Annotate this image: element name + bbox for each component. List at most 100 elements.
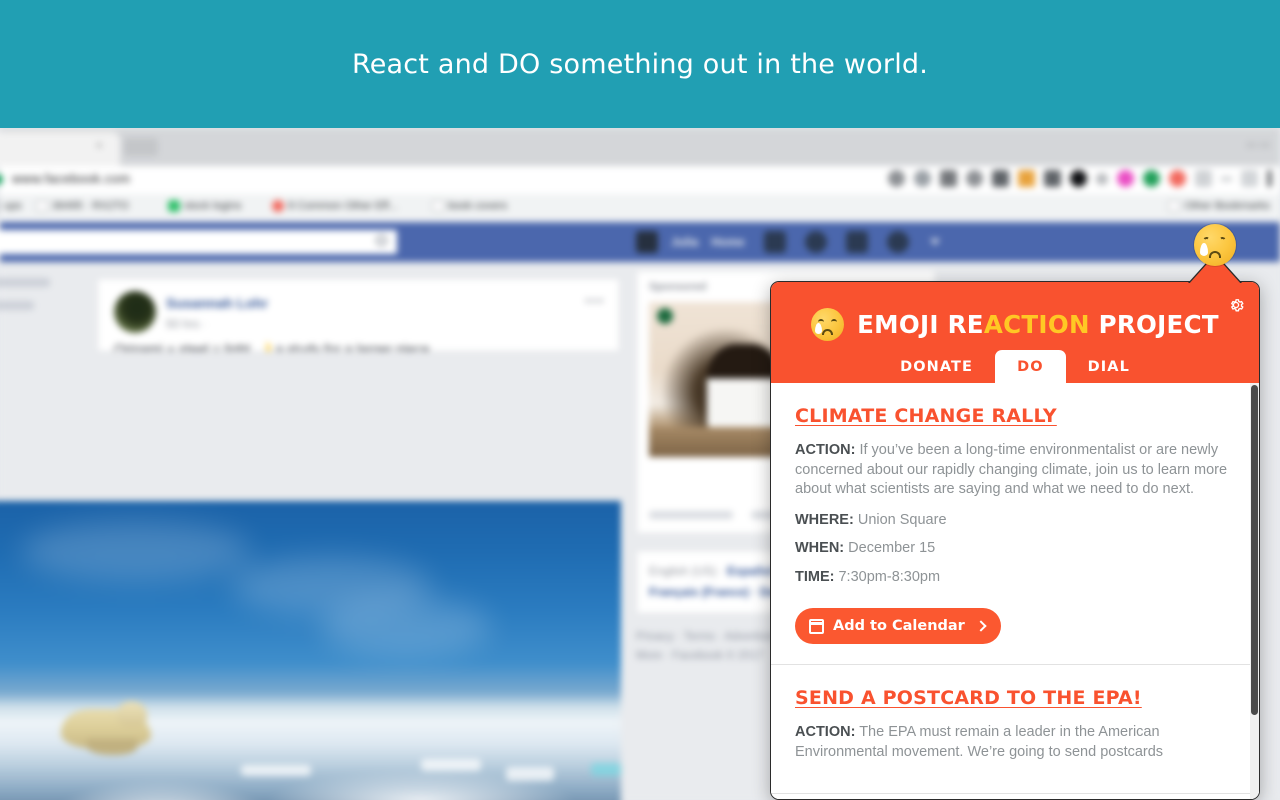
popup-scrollbar[interactable] — [1250, 383, 1259, 799]
secure-lock-icon — [0, 174, 3, 185]
popup-body: CLIMATE CHANGE RALLY ACTION: If you’ve b… — [771, 383, 1259, 799]
bookmark-label: 36495 · RX2TO — [52, 200, 129, 212]
search-icon — [376, 235, 387, 246]
profile-icon[interactable] — [1241, 170, 1258, 187]
calendar-icon — [809, 618, 824, 634]
bookmark-label: 8 Common Other Eff... — [288, 200, 398, 212]
entry-action: ACTION: The EPA must remain a leader in … — [795, 723, 1235, 762]
extension-icon-4[interactable] — [966, 170, 983, 187]
bookmark-label: stock logins — [184, 200, 242, 212]
extension-icon-12[interactable] — [1169, 170, 1186, 187]
entry-title[interactable]: CLIMATE CHANGE RALLY — [795, 405, 1057, 427]
popup-scrollbar-thumb[interactable] — [1251, 385, 1258, 715]
new-tab-icon[interactable] — [124, 138, 158, 156]
polar-bear-head — [117, 701, 147, 727]
extension-icon-6[interactable] — [1018, 170, 1035, 187]
extension-icon-7[interactable] — [1044, 170, 1061, 187]
emoji-tear — [1200, 243, 1208, 256]
favicon — [168, 200, 180, 212]
emoji-tear — [815, 323, 823, 334]
entry-action-label: ACTION: — [795, 442, 856, 458]
popup-title-part2: PROJECT — [1089, 310, 1219, 339]
tab-donate[interactable]: DONATE — [878, 350, 995, 383]
extension-icon-10[interactable] — [1117, 170, 1134, 187]
bookmark-label: ups — [4, 200, 22, 212]
promo-banner: React and DO something out in the world. — [0, 0, 1280, 128]
bookmark-item[interactable]: ups — [0, 200, 22, 212]
entry-action-text: If you’ve been a long-time environmental… — [795, 442, 1228, 497]
emoji-mouth — [822, 329, 834, 335]
entry-action-label: ACTION: — [795, 724, 856, 740]
favicon — [36, 200, 48, 212]
bookmark-item[interactable]: stock logins — [168, 200, 241, 212]
home-link[interactable]: Home — [711, 235, 744, 249]
popup-tabs: DONATE DO DIAL — [771, 350, 1259, 383]
entry-where-text: Union Square — [853, 511, 947, 528]
entry-time: TIME: 7:30pm-8:30pm — [795, 568, 1235, 588]
more-options-icon[interactable]: ••• — [585, 293, 605, 308]
emoji-eye-right — [831, 319, 838, 325]
facebook-navbar: Julia Home — [0, 222, 1280, 262]
friend-requests-icon[interactable] — [763, 231, 786, 253]
promo-banner-text: React and DO something out in the world. — [351, 48, 929, 80]
ad-badge-icon — [657, 308, 673, 324]
other-bookmarks-label: Other Bookmarks — [1184, 200, 1270, 212]
add-to-calendar-button[interactable]: Add to Calendar — [795, 608, 1001, 644]
messages-icon[interactable] — [804, 231, 827, 253]
polar-bear-leg — [87, 739, 137, 755]
entry-when-label: WHEN: — [795, 540, 845, 556]
entry-time-text: 7:30pm-8:30pm — [834, 568, 941, 585]
sad-face-emoji-icon[interactable] — [1194, 224, 1236, 266]
extension-icon-9[interactable] — [1096, 172, 1108, 185]
browser-omnibox-row: www.facebook.com — [0, 166, 1280, 194]
extension-icon-1[interactable] — [888, 170, 905, 187]
entry-title[interactable]: SEND A POSTCARD TO THE EPA! — [795, 687, 1142, 709]
post-photo[interactable] — [0, 500, 621, 800]
bookmark-star-icon[interactable] — [1221, 176, 1232, 181]
extension-toolbar — [888, 170, 1272, 187]
bookmark-item[interactable]: 8 Common Other Eff... — [272, 200, 398, 212]
extension-icon-5[interactable] — [992, 170, 1009, 187]
profile-name[interactable]: Julia — [671, 235, 698, 249]
entry-when: WHEN: December 15 — [795, 539, 1235, 559]
post-timestamp: 50 hrs · — [166, 317, 207, 331]
language-current: English (US) · — [649, 564, 724, 578]
action-entry: CLIMATE CHANGE RALLY ACTION: If you’ve b… — [771, 383, 1259, 665]
popup-header: EMOJI REACTION PROJECT DONATE DO DIAL — [771, 282, 1259, 383]
bookmarks-bar: ups 36495 · RX2TO stock logins 8 Common … — [0, 194, 1280, 222]
extension-icon-11[interactable] — [1143, 170, 1160, 187]
emoji-eye-right — [1218, 236, 1227, 245]
address-bar-url[interactable]: www.facebook.com — [12, 171, 130, 186]
bookmark-item[interactable]: book covers — [432, 200, 507, 212]
chevron-down-icon[interactable] — [929, 239, 940, 245]
post-text: Origami + steel = light 🌙 a study for a … — [114, 341, 430, 352]
post-author[interactable]: Susannah Lohr — [166, 295, 268, 311]
favicon — [272, 200, 284, 212]
bookmark-label: book covers — [448, 200, 508, 212]
help-icon[interactable] — [886, 231, 909, 253]
cast-icon[interactable] — [1195, 170, 1212, 187]
other-bookmarks-button[interactable]: Other Bookmarks — [1168, 200, 1270, 212]
tab-do[interactable]: DO — [995, 350, 1066, 383]
extension-popup: EMOJI REACTION PROJECT DONATE DO DIAL CL… — [770, 281, 1260, 800]
extension-icon-2[interactable] — [914, 170, 931, 187]
extension-icon-3[interactable] — [940, 170, 957, 187]
notifications-icon[interactable] — [845, 231, 868, 253]
extension-icon-8[interactable] — [1070, 170, 1087, 187]
entry-time-label: TIME: — [795, 568, 835, 585]
avatar[interactable] — [114, 291, 156, 333]
bookmark-item[interactable]: 36495 · RX2TO — [36, 200, 129, 212]
chevron-right-icon — [975, 620, 987, 632]
folder-icon — [1168, 200, 1181, 212]
facebook-left-rail — [0, 278, 80, 324]
tab-dial[interactable]: DIAL — [1066, 350, 1152, 383]
window-controls[interactable]: ▭ ▭ — [1246, 138, 1270, 151]
search-input[interactable] — [0, 230, 397, 254]
avatar[interactable] — [636, 231, 658, 253]
menu-icon[interactable] — [1267, 170, 1272, 187]
close-icon[interactable]: × — [96, 141, 105, 152]
popup-title-row: EMOJI REACTION PROJECT — [771, 308, 1259, 341]
popup-title-highlight: ACTION — [983, 310, 1090, 339]
favicon — [432, 200, 444, 212]
add-to-calendar-label: Add to Calendar — [833, 618, 965, 634]
